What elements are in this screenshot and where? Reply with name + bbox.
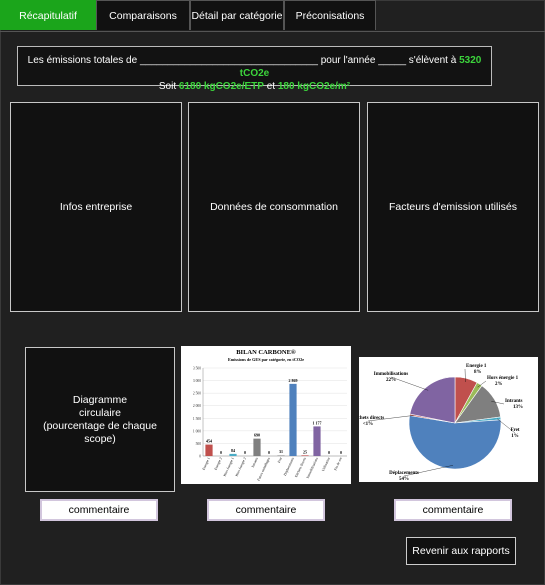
pie-slice-label: Hors énergie 1 [487,376,519,381]
bar-10 [313,426,321,456]
bar-ytick-label: 0 [199,455,201,459]
bar-category-label: Fin de vie [333,456,343,471]
summary-text-1: Les émissions totales de _______________… [27,55,460,66]
pie-leader-line [390,376,429,391]
bar-ytick-label: 3 000 [193,379,201,383]
bar-value-label: 454 [206,439,212,444]
pie-slice-percent: 8% [474,370,482,375]
bar-7 [277,455,285,456]
tab-bar: Récapitulatif Comparaisons Détail par ca… [0,0,376,32]
bar-category-label: Intrants [251,456,259,468]
pie-chart-svg: Energie 18% Hors énergie 12% Intrants13% Fr… [359,364,523,482]
tab-preconisations[interactable]: Préconisations [284,0,376,30]
pie-slice-percent: 22% [386,378,396,383]
bar-value-label: 0 [244,450,246,455]
pie-slice-label: Déchets directs [359,416,384,421]
bar-ytick-label: 2 000 [193,404,201,408]
bar-chart-title: BILAN CARBONE® [236,349,296,356]
revenir-aux-rapports-button[interactable]: Revenir aux rapports [406,537,516,565]
bar-value-label: 31 [279,449,283,454]
panel-diagramme-circulaire: Diagramme circulaire (pourcentage de cha… [25,347,175,492]
bar-category-label: Immobilisations [306,456,320,479]
bar-chart-bilan-carbone: BILAN CARBONE® Emissions de GES par caté… [181,346,351,484]
pie-slice-label: Energie 1 [466,364,487,369]
pie-chart-repartition: Energie 1 8% Hors énergie 1 2% Intrants 13% Fr… [359,357,538,482]
commentaire-button-2[interactable]: commentaire [207,499,325,521]
bar-value-label: 0 [328,450,330,455]
commentaire-button-1[interactable]: commentaire [40,499,158,521]
pie-slice-label: Déplacements [389,471,419,476]
pie-slice-label: Immobilisations [374,372,409,377]
diagramme-label: Diagramme circulaire (pourcentage de cha… [43,393,157,445]
pie-slice-percent: 1% [511,434,519,439]
summary-line-1: Les émissions totales de _______________… [18,54,491,80]
bar-chart-subtitle: Emissions de GES par catégorie, en tCO2e [228,357,304,362]
bar-value-label: 1 177 [313,420,322,425]
commentaire-button-3[interactable]: commentaire [394,499,512,521]
bar-chart-svg: BILAN CARBONE® Emissions de GES par caté… [193,349,347,482]
per-m2-value: 180 kgCO2e/m² [277,81,351,92]
tab-comparaisons[interactable]: Comparaisons [96,0,190,30]
bar-5 [253,438,261,456]
bar-category-label: Hors énergie 1 [223,457,235,478]
emissions-summary: Les émissions totales de _______________… [17,46,492,92]
bar-value-label: 0 [268,450,270,455]
bar-category-label: Déplacements [283,456,295,476]
panel-donnees-consommation: Données de consommation [188,102,360,312]
summary-text-2: Soit [158,81,179,92]
bar-category-label: Déchets directs [294,456,307,478]
bar-ytick-label: 500 [196,442,202,446]
panel-facteurs-emission: Facteurs d'emission utilisés [367,102,539,312]
summary-line-2: Soit 6180 kgCO2e/ETP et 180 kgCO2e/m² [18,80,491,93]
bar-ytick-label: 2 500 [193,392,201,396]
bar-value-label: 0 [220,450,222,455]
bar-category-label: Utilisation [321,457,331,472]
bar-ytick-label: 3 500 [193,367,201,371]
tab-recapitulatif[interactable]: Récapitulatif [0,0,96,30]
bar-value-label: 2 869 [289,378,298,383]
pie-slice-percent: 2% [495,382,503,387]
bar-value-label: 0 [340,450,342,455]
bar-1 [205,444,213,456]
bar-category-label: Energie 1 [202,457,211,471]
bar-9 [301,455,309,456]
bar-category-label: Futurs emballages [256,456,271,481]
bar-value-label: 84 [231,448,235,453]
bar-3 [229,453,237,456]
bar-ytick-label: 1 500 [193,417,201,421]
panel-consommation-label: Données de consommation [210,201,338,213]
pie-slice-percent: 13% [513,405,523,410]
bar-category-label: Hors énergie 2 [235,457,247,478]
bar-8 [289,383,297,456]
bar-category-label: Energie 2 [214,457,223,471]
summary-and: et [263,81,278,92]
pie-slice-5 [408,415,502,470]
bar-value-label: 25 [303,449,307,454]
tab-underline [0,31,545,32]
pie-slice-percent: 54% [399,477,409,482]
bar-ytick-label: 1 000 [193,429,201,433]
pie-slice-label: Fret [510,428,519,433]
panel-infos-label: Infos entreprise [59,201,133,213]
pie-slice-label: Intrants [505,399,523,404]
pie-slice-percent: <1% [363,422,373,427]
tab-detail-par-categorie[interactable]: Détail par catégorie [190,0,284,30]
bar-category-label: Fret [277,457,283,464]
per-etp-value: 6180 kgCO2e/ETP [178,81,264,92]
panel-infos-entreprise: Infos entreprise [10,102,182,312]
bar-value-label: 690 [254,433,260,438]
panel-facteurs-label: Facteurs d'emission utilisés [388,201,518,213]
